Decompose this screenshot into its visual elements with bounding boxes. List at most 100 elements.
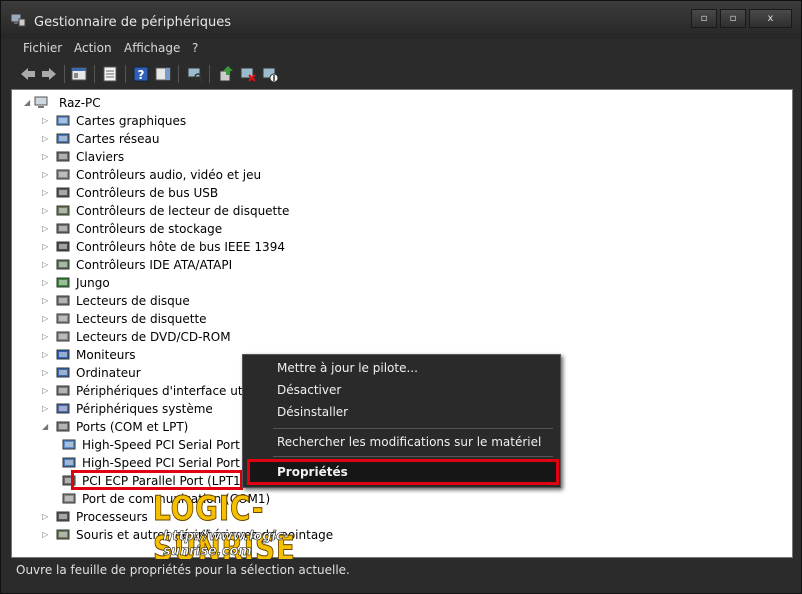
expand-arrow-icon[interactable]: ▷ bbox=[42, 512, 48, 521]
lpt-highlight-box bbox=[71, 470, 243, 490]
device-icon bbox=[56, 312, 70, 325]
tree-item-label: Jungo bbox=[76, 276, 110, 290]
device-icon bbox=[56, 366, 70, 379]
maximize-icon: ▫ bbox=[729, 13, 737, 24]
menu-action[interactable]: Action bbox=[74, 41, 112, 55]
tree-item-label: Contrôleurs de lecteur de disquette bbox=[76, 204, 290, 218]
expand-arrow-icon[interactable]: ▷ bbox=[42, 332, 48, 341]
device-icon bbox=[56, 348, 70, 361]
device-icon bbox=[56, 330, 70, 343]
device-icon bbox=[56, 150, 70, 163]
tree-item-label: Processeurs bbox=[76, 510, 148, 524]
device-icon bbox=[56, 294, 70, 307]
tree-item-label: Ordinateur bbox=[76, 366, 141, 380]
minimize-button[interactable]: ▫ bbox=[691, 9, 717, 28]
device-icon bbox=[56, 528, 70, 541]
expand-arrow-icon[interactable]: ▷ bbox=[42, 134, 48, 143]
expand-arrow-icon[interactable]: ▷ bbox=[42, 296, 48, 305]
tree-item-label: Cartes réseau bbox=[76, 132, 160, 146]
tree-item-label: High-Speed PCI Serial Port ( bbox=[82, 438, 249, 452]
ctx-uninstall[interactable]: Désinstaller bbox=[277, 405, 348, 419]
expand-arrow-icon[interactable]: ▷ bbox=[42, 170, 48, 179]
collapse-arrow-icon[interactable]: ◢ bbox=[24, 98, 30, 107]
close-icon: x bbox=[767, 13, 774, 24]
show-hide-console-icon[interactable] bbox=[70, 65, 88, 83]
toolbar: ? bbox=[11, 62, 793, 86]
close-button[interactable]: x bbox=[749, 9, 792, 28]
expand-arrow-icon[interactable]: ▷ bbox=[42, 224, 48, 233]
status-bar: Ouvre la feuille de propriétés pour la s… bbox=[1, 559, 801, 581]
svg-text:?: ? bbox=[138, 68, 145, 82]
update-driver-icon[interactable] bbox=[217, 65, 235, 83]
device-icon bbox=[56, 114, 70, 127]
action-pane-icon[interactable] bbox=[154, 65, 172, 83]
status-text: Ouvre la feuille de propriétés pour la s… bbox=[16, 563, 350, 577]
scan-hardware-icon[interactable] bbox=[186, 65, 204, 83]
collapse-arrow-icon[interactable]: ◢ bbox=[42, 422, 48, 431]
device-icon bbox=[56, 420, 70, 433]
disable-device-icon[interactable] bbox=[261, 65, 279, 83]
ctx-separator bbox=[273, 456, 553, 457]
expand-arrow-icon[interactable]: ▷ bbox=[42, 404, 48, 413]
toolbar-separator bbox=[125, 65, 126, 83]
context-menu: Mettre à jour le pilote... Désactiver Dé… bbox=[242, 354, 561, 488]
tree-root-label: Raz-PC bbox=[59, 96, 101, 110]
expand-arrow-icon[interactable]: ▷ bbox=[42, 368, 48, 377]
tree-item-label: Périphériques système bbox=[76, 402, 213, 416]
device-icon bbox=[56, 384, 70, 397]
tree-item-label: Périphériques d'interface utilisa bbox=[76, 384, 267, 398]
expand-arrow-icon[interactable]: ▷ bbox=[42, 260, 48, 269]
window-title: Gestionnaire de périphériques bbox=[34, 15, 232, 30]
ctx-properties[interactable]: Propriétés bbox=[277, 465, 348, 479]
device-icon bbox=[56, 222, 70, 235]
device-icon bbox=[56, 276, 70, 289]
expand-arrow-icon[interactable]: ▷ bbox=[42, 530, 48, 539]
menu-fichier[interactable]: Fichier bbox=[23, 41, 62, 55]
tree-item-label: Contrôleurs de bus USB bbox=[76, 186, 219, 200]
expand-arrow-icon[interactable]: ▷ bbox=[42, 278, 48, 287]
toolbar-separator bbox=[209, 65, 210, 83]
tree-item-label: Lecteurs de disque bbox=[76, 294, 190, 308]
properties-icon[interactable] bbox=[101, 65, 119, 83]
menu-help[interactable]: ? bbox=[192, 41, 198, 55]
ctx-disable[interactable]: Désactiver bbox=[277, 383, 341, 397]
help-icon[interactable]: ? bbox=[132, 65, 150, 83]
ctx-update-driver[interactable]: Mettre à jour le pilote... bbox=[277, 361, 418, 375]
toolbar-separator bbox=[64, 65, 65, 83]
tree-item-label: Contrôleurs audio, vidéo et jeu bbox=[76, 168, 262, 182]
device-icon bbox=[56, 240, 70, 253]
maximize-button[interactable]: ▫ bbox=[720, 9, 746, 28]
device-manager-icon bbox=[10, 13, 26, 27]
menu-affichage[interactable]: Affichage bbox=[124, 41, 180, 55]
expand-arrow-icon[interactable]: ▷ bbox=[42, 116, 48, 125]
expand-arrow-icon[interactable]: ▷ bbox=[42, 386, 48, 395]
ctx-separator bbox=[273, 428, 553, 429]
tree-item-label: Lecteurs de disquette bbox=[76, 312, 207, 326]
back-arrow-icon[interactable] bbox=[19, 65, 37, 83]
tree-item-label: High-Speed PCI Serial Port ( bbox=[82, 456, 249, 470]
expand-arrow-icon[interactable]: ▷ bbox=[42, 242, 48, 251]
computer-icon bbox=[34, 96, 48, 109]
expand-arrow-icon[interactable]: ▷ bbox=[42, 314, 48, 323]
device-icon bbox=[56, 132, 70, 145]
tree-item-label: Ports (COM et LPT) bbox=[76, 420, 189, 434]
tree-item-label: Moniteurs bbox=[76, 348, 136, 362]
ctx-scan-hardware[interactable]: Rechercher les modifications sur le maté… bbox=[277, 435, 541, 449]
device-icon bbox=[56, 258, 70, 271]
expand-arrow-icon[interactable]: ▷ bbox=[42, 152, 48, 161]
device-icon bbox=[62, 456, 76, 469]
title-bar[interactable]: Gestionnaire de périphériques ▫ ▫ x bbox=[1, 1, 801, 39]
expand-arrow-icon[interactable]: ▷ bbox=[42, 206, 48, 215]
device-icon bbox=[56, 186, 70, 199]
tree-item-label: Lecteurs de DVD/CD-ROM bbox=[76, 330, 231, 344]
uninstall-icon[interactable] bbox=[239, 65, 257, 83]
forward-arrow-icon[interactable] bbox=[40, 65, 58, 83]
expand-arrow-icon[interactable]: ▷ bbox=[42, 350, 48, 359]
tree-item-label: Claviers bbox=[76, 150, 125, 164]
expand-arrow-icon[interactable]: ▷ bbox=[42, 188, 48, 197]
tree-item-label: Contrôleurs IDE ATA/ATAPI bbox=[76, 258, 233, 272]
tree-item-label: Contrôleurs hôte de bus IEEE 1394 bbox=[76, 240, 285, 254]
toolbar-separator bbox=[178, 65, 179, 83]
device-icon bbox=[62, 438, 76, 451]
device-manager-window: Gestionnaire de périphériques ▫ ▫ x Fich… bbox=[0, 0, 802, 594]
